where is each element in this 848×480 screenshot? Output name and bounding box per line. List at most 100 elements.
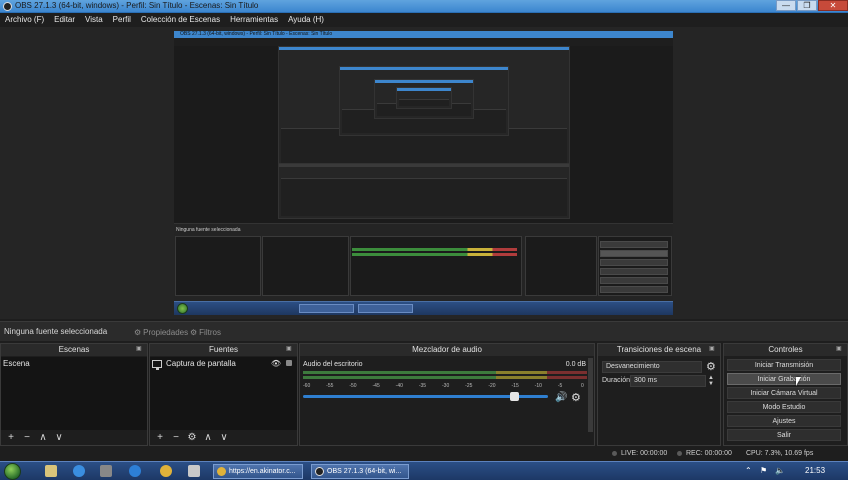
flag-icon[interactable]: ⚑ bbox=[760, 466, 767, 475]
mixer-scrollbar[interactable] bbox=[588, 358, 593, 432]
preview-btn bbox=[600, 259, 668, 266]
transitions-dock: Transiciones de escena ▣ Desvanecimiento… bbox=[597, 343, 721, 446]
undock-icon[interactable]: ▣ bbox=[709, 346, 716, 353]
move-source-down-button[interactable]: ∨ bbox=[217, 432, 231, 444]
source-item[interactable]: Captura de pantalla 👁 bbox=[152, 358, 295, 370]
mixer-tick-label: -35 bbox=[418, 383, 427, 389]
monitor-icon bbox=[152, 359, 162, 370]
remove-scene-button[interactable]: − bbox=[20, 432, 34, 444]
move-source-up-button[interactable]: ∧ bbox=[201, 432, 215, 444]
move-scene-up-button[interactable]: ∧ bbox=[36, 432, 50, 444]
tray-arrow-icon[interactable]: ⌃ bbox=[745, 466, 752, 475]
menu-archivo[interactable]: Archivo (F) bbox=[0, 13, 49, 27]
chrome-icon[interactable] bbox=[160, 465, 172, 477]
taskbar-item-label: https://en.akinator.c... bbox=[229, 468, 296, 475]
source-item-label: Captura de pantalla bbox=[166, 359, 236, 368]
mixer-tick-label: 0 bbox=[581, 383, 584, 389]
menu-coleccion-escenas[interactable]: Colección de Escenas bbox=[136, 13, 225, 27]
ie-icon[interactable] bbox=[73, 465, 85, 477]
rec-time: REC: 00:00:00 bbox=[686, 450, 732, 457]
lock-icon[interactable] bbox=[286, 360, 292, 366]
mixer-channel-name: Audio del escritorio bbox=[303, 361, 363, 368]
mixer-scale: -60 -55 -50 -45 -40 -35 -30 -25 -20 -15 -10 -5 0 bbox=[303, 383, 587, 391]
scene-item[interactable]: Escena bbox=[3, 359, 30, 368]
menu-bar: Archivo (F) Editar Vista Perfil Colecció… bbox=[0, 13, 848, 27]
app-icon[interactable] bbox=[100, 465, 112, 477]
preview-sources-pane bbox=[262, 236, 349, 296]
preview-meter bbox=[352, 248, 517, 251]
close-button[interactable]: ✕ bbox=[818, 0, 848, 11]
preview-canvas[interactable]: OBS 27.1.3 (64-bit, windows) - Perfil: S… bbox=[174, 31, 673, 315]
mouse-cursor-icon bbox=[796, 377, 801, 386]
duration-input[interactable]: 300 ms bbox=[630, 375, 706, 387]
preview-recursive-frame-4 bbox=[396, 87, 452, 109]
preview-no-source: Ninguna fuente seleccionada bbox=[176, 227, 241, 233]
settings-button[interactable]: Ajustes bbox=[727, 415, 841, 427]
filters-label: Filtros bbox=[199, 327, 221, 337]
menu-editar[interactable]: Editar bbox=[49, 13, 80, 27]
transition-gear-icon[interactable]: ⚙ bbox=[706, 360, 716, 373]
preview-recursive-dock bbox=[278, 163, 570, 219]
volume-slider-handle[interactable] bbox=[509, 392, 519, 401]
scenes-list[interactable]: Escena bbox=[1, 357, 147, 430]
menu-herramientas[interactable]: Herramientas bbox=[225, 13, 283, 27]
mixer-tick-label: -60 bbox=[303, 383, 311, 389]
folder-icon[interactable] bbox=[188, 465, 200, 477]
undock-icon[interactable]: ▣ bbox=[286, 346, 293, 353]
taskbar-item-obs[interactable]: OBS 27.1.3 (64-bit, wi... bbox=[311, 464, 409, 479]
mixer-gear-icon[interactable]: ⚙ bbox=[571, 391, 581, 404]
maximize-button[interactable]: ❐ bbox=[797, 0, 817, 11]
start-virtual-camera-button[interactable]: Iniciar Cámara Virtual bbox=[727, 387, 841, 399]
status-bar: LIVE: 00:00:00 REC: 00:00:00 CPU: 7.3%, … bbox=[0, 447, 848, 461]
sources-list[interactable]: Captura de pantalla 👁 bbox=[150, 357, 297, 430]
menu-ayuda[interactable]: Ayuda (H) bbox=[283, 13, 329, 27]
add-source-button[interactable]: + bbox=[153, 432, 167, 444]
menu-vista[interactable]: Vista bbox=[80, 13, 108, 27]
remove-source-button[interactable]: − bbox=[169, 432, 183, 444]
add-scene-button[interactable]: + bbox=[4, 432, 18, 444]
speaker-tray-icon[interactable]: 🔈 bbox=[775, 466, 785, 475]
mixer-tick-label: -30 bbox=[442, 383, 450, 389]
filters-button[interactable]: ⚙ Filtros bbox=[186, 325, 225, 339]
mixer-meter-left bbox=[303, 371, 587, 374]
duration-stepper-icon[interactable]: ▲ ▼ bbox=[708, 375, 714, 387]
sources-title: Fuentes bbox=[150, 344, 297, 356]
speaker-icon[interactable]: 🔊 bbox=[555, 392, 567, 403]
preview-btn bbox=[600, 268, 668, 275]
studio-mode-button[interactable]: Modo Estudio bbox=[727, 401, 841, 413]
exit-button[interactable]: Salir bbox=[727, 429, 841, 441]
obs-window: OBS 27.1.3 (64-bit, windows) - Perfil: S… bbox=[0, 0, 848, 480]
minimize-button[interactable]: — bbox=[776, 0, 796, 11]
properties-button[interactable]: ⚙ Propiedades bbox=[130, 325, 192, 339]
preview-btn bbox=[600, 286, 668, 293]
mixer-tick-label: -50 bbox=[349, 383, 357, 389]
taskbar-item-chrome[interactable]: https://en.akinator.c... bbox=[213, 464, 303, 479]
mixer-tick-label: -45 bbox=[372, 383, 380, 389]
mixer-tick-label: -55 bbox=[326, 383, 334, 389]
obs-logo-icon bbox=[3, 2, 12, 11]
filter-icon: ⚙ bbox=[190, 327, 198, 337]
live-indicator-icon bbox=[612, 451, 617, 456]
controls-title: Controles bbox=[724, 344, 847, 356]
undock-icon[interactable]: ▣ bbox=[136, 346, 143, 353]
visibility-eye-icon[interactable]: 👁 bbox=[271, 359, 281, 368]
transition-select[interactable]: Desvanecimiento bbox=[602, 361, 702, 373]
preview-btn bbox=[600, 250, 668, 257]
explorer-icon[interactable] bbox=[45, 465, 57, 477]
live-time: LIVE: 00:00:00 bbox=[621, 450, 668, 457]
start-button[interactable] bbox=[4, 463, 21, 480]
undock-icon[interactable]: ▣ bbox=[836, 346, 843, 353]
mixer-tick-label: -15 bbox=[511, 383, 519, 389]
source-properties-button[interactable]: ⚙ bbox=[185, 432, 199, 444]
start-streaming-button[interactable]: Iniciar Transmisión bbox=[727, 359, 841, 371]
preview-btn bbox=[600, 277, 668, 284]
obs-icon bbox=[315, 467, 324, 476]
rec-indicator-icon bbox=[677, 451, 682, 456]
scenes-dock: Escenas ▣ Escena + − ∧ ∨ bbox=[0, 343, 148, 446]
start-recording-button[interactable]: Iniciar Grabación bbox=[727, 373, 841, 385]
windows-taskbar: https://en.akinator.c... OBS 27.1.3 (64-… bbox=[0, 461, 848, 480]
menu-perfil[interactable]: Perfil bbox=[108, 13, 136, 27]
edge-icon[interactable] bbox=[129, 465, 141, 477]
preview-recursive-menu bbox=[174, 38, 673, 46]
move-scene-down-button[interactable]: ∨ bbox=[52, 432, 66, 444]
